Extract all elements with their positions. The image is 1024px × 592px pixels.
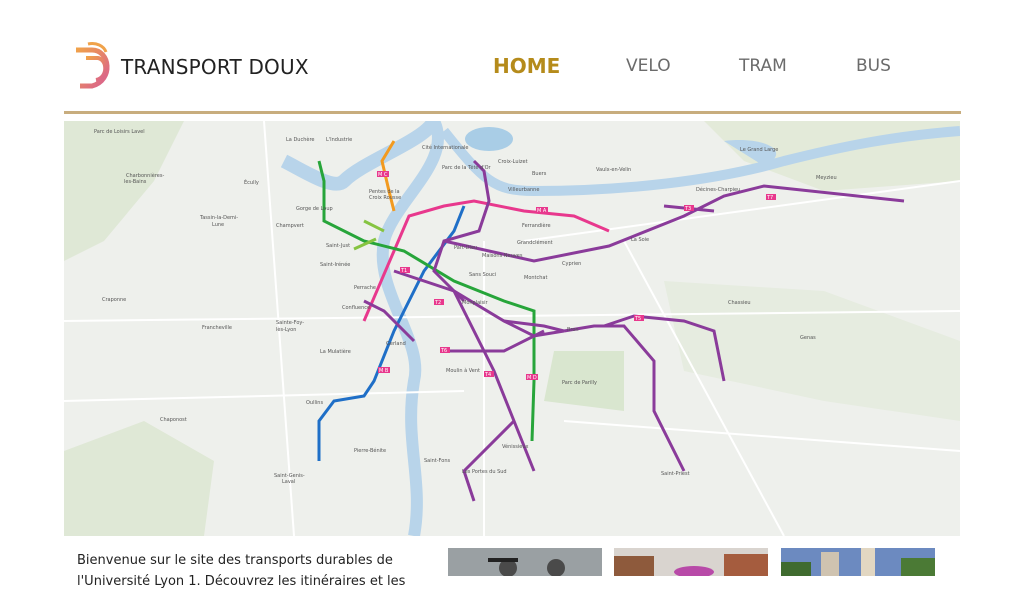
svg-text:Saint-Priest: Saint-Priest <box>661 471 690 477</box>
svg-text:T1: T1 <box>400 268 407 274</box>
svg-text:Buers: Buers <box>532 171 547 177</box>
svg-text:Craponne: Craponne <box>102 297 126 303</box>
svg-text:Charbonnières-: Charbonnières- <box>126 172 164 179</box>
svg-text:Gorge de Loup: Gorge de Loup <box>296 206 333 212</box>
transport-map[interactable]: Parc de Loisirs Lavel La Duchère L'Indus… <box>64 121 960 536</box>
svg-text:les-Bains: les-Bains <box>124 179 147 185</box>
svg-text:Saint-Fons: Saint-Fons <box>424 458 450 464</box>
svg-text:Le Grand Large: Le Grand Large <box>740 147 778 153</box>
svg-text:La Duchère: La Duchère <box>286 136 314 143</box>
svg-text:Parc de Parilly: Parc de Parilly <box>562 380 597 386</box>
svg-text:T6: T6 <box>440 348 447 354</box>
svg-text:Genas: Genas <box>800 335 816 341</box>
svg-text:Parc de la Tête d'Or: Parc de la Tête d'Or <box>442 164 492 171</box>
svg-text:Perrache: Perrache <box>354 285 376 291</box>
svg-text:Confluence: Confluence <box>342 305 370 311</box>
svg-text:Maisons Neuves: Maisons Neuves <box>482 253 523 259</box>
svg-text:M A: M A <box>537 208 547 214</box>
svg-text:Pierre-Bénite: Pierre-Bénite <box>354 447 386 454</box>
svg-text:Moulin à Vent: Moulin à Vent <box>446 367 480 374</box>
gallery-image-tram[interactable] <box>614 548 768 576</box>
header-divider <box>64 111 961 114</box>
svg-text:Bron: Bron <box>567 327 579 333</box>
svg-text:M D: M D <box>527 375 537 381</box>
svg-text:Écully: Écully <box>244 178 259 186</box>
nav-home[interactable]: HOME <box>493 54 560 78</box>
svg-text:Oullins: Oullins <box>306 400 323 406</box>
svg-text:Chassieu: Chassieu <box>728 300 751 306</box>
svg-text:T5: T5 <box>634 316 641 322</box>
svg-text:M C: M C <box>378 172 388 178</box>
svg-text:Croix Rousse: Croix Rousse <box>369 195 401 201</box>
svg-text:La Soie: La Soie <box>631 237 649 243</box>
svg-text:Grandclément: Grandclément <box>517 239 553 246</box>
gallery-image-city[interactable] <box>781 548 935 576</box>
svg-text:Lune: Lune <box>212 222 224 228</box>
svg-text:La Mulatière: La Mulatière <box>320 348 351 355</box>
svg-text:Villeurbanne: Villeurbanne <box>508 187 539 193</box>
svg-text:Sans Souci: Sans Souci <box>469 272 496 278</box>
brand-logo-icon[interactable] <box>70 40 122 92</box>
svg-text:Ferrandière: Ferrandière <box>522 222 551 229</box>
svg-text:Les Portes du Sud: Les Portes du Sud <box>462 469 507 475</box>
nav-bus[interactable]: BUS <box>856 56 891 76</box>
svg-text:M B: M B <box>379 368 389 374</box>
svg-text:Laval: Laval <box>282 479 295 485</box>
svg-text:lès-Lyon: lès-Lyon <box>276 326 296 333</box>
svg-text:Champvert: Champvert <box>276 223 304 229</box>
svg-text:Meyzieu: Meyzieu <box>816 175 837 181</box>
welcome-text: Bienvenue sur le site des transports dur… <box>77 553 406 589</box>
transport-map-svg: Parc de Loisirs Lavel La Duchère L'Indus… <box>64 121 960 536</box>
svg-text:Vaulx-en-Velin: Vaulx-en-Velin <box>596 167 631 173</box>
svg-text:Cité Internationale: Cité Internationale <box>422 144 469 151</box>
svg-text:Monplaisir: Monplaisir <box>462 300 489 306</box>
svg-text:Tassin-la-Demi-: Tassin-la-Demi- <box>199 215 238 221</box>
gallery-image-bike[interactable] <box>448 548 602 576</box>
svg-text:Francheville: Francheville <box>202 325 232 331</box>
svg-text:Part-Dieu: Part-Dieu <box>454 245 477 251</box>
svg-text:Chaponost: Chaponost <box>160 417 187 423</box>
svg-text:T3: T3 <box>684 206 691 212</box>
svg-text:L'Industrie: L'Industrie <box>326 137 352 143</box>
svg-text:T4: T4 <box>484 372 491 378</box>
brand-name[interactable]: TRANSPORT DOUX <box>121 55 309 79</box>
svg-text:Croix-Luizet: Croix-Luizet <box>498 159 528 165</box>
svg-text:Vénissieux: Vénissieux <box>502 443 529 450</box>
svg-text:Décines-Charpieu: Décines-Charpieu <box>696 186 740 193</box>
svg-text:Saint-Just: Saint-Just <box>326 243 350 249</box>
nav-tram[interactable]: TRAM <box>739 56 787 76</box>
svg-text:Sainte-Foy-: Sainte-Foy- <box>276 320 304 326</box>
svg-text:Montchat: Montchat <box>524 275 547 281</box>
svg-text:T2: T2 <box>434 300 441 306</box>
svg-text:Gerland: Gerland <box>386 341 406 347</box>
svg-text:Cyprien: Cyprien <box>562 261 581 267</box>
svg-text:T7: T7 <box>766 195 773 201</box>
svg-text:Parc de Loisirs Lavel: Parc de Loisirs Lavel <box>94 129 145 135</box>
svg-text:Saint-Irénée: Saint-Irénée <box>320 261 350 268</box>
site-header: TRANSPORT DOUX HOME VELO TRAM BUS <box>0 0 1024 112</box>
nav-velo[interactable]: VELO <box>626 56 671 76</box>
